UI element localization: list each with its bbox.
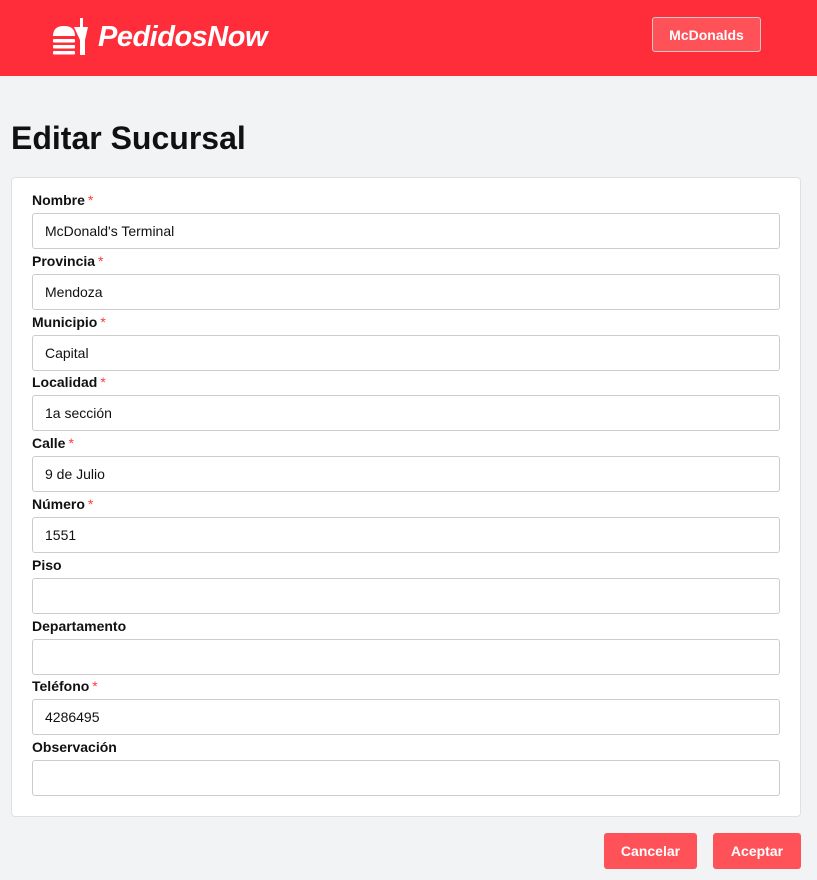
brand-name: PedidosNow bbox=[98, 20, 268, 53]
nombre-input[interactable]: McDonald's Terminal bbox=[32, 213, 780, 249]
localidad-input[interactable]: 1a sección bbox=[32, 395, 780, 432]
piso-input[interactable] bbox=[32, 577, 780, 614]
required-marker: * bbox=[98, 252, 104, 269]
field-departamento: Departamento bbox=[32, 616, 780, 677]
field-observacion: Observación bbox=[32, 737, 780, 798]
calle-input[interactable]: 9 de Julio bbox=[32, 456, 780, 493]
label-text: Número bbox=[32, 495, 85, 512]
required-marker: * bbox=[100, 313, 106, 330]
field-provincia: Provincia * Mendoza bbox=[32, 251, 780, 312]
localidad-label: Localidad * bbox=[32, 372, 780, 395]
provincia-label: Provincia * bbox=[32, 251, 780, 274]
required-marker: * bbox=[100, 374, 106, 391]
field-municipio: Municipio * Capital bbox=[32, 312, 780, 373]
label-text: Departamento bbox=[32, 617, 127, 634]
required-marker: * bbox=[87, 192, 94, 208]
field-localidad: Localidad * 1a sección bbox=[32, 372, 780, 433]
label-text: Observación bbox=[32, 739, 117, 756]
field-piso: Piso bbox=[32, 555, 780, 616]
label-text: Teléfono bbox=[32, 678, 90, 695]
field-nombre: Nombre * McDonald's Terminal bbox=[32, 190, 780, 251]
calle-label: Calle * bbox=[32, 433, 780, 456]
nombre-label: Nombre * bbox=[32, 190, 780, 213]
telefono-input[interactable]: 4286495 bbox=[32, 699, 780, 736]
accept-button[interactable]: Aceptar bbox=[713, 833, 801, 869]
piso-label: Piso bbox=[32, 555, 780, 578]
field-telefono: Teléfono * 4286495 bbox=[32, 676, 780, 737]
label-text: Localidad bbox=[32, 374, 98, 391]
departamento-label: Departamento bbox=[32, 616, 780, 639]
page-title: Editar Sucursal bbox=[11, 120, 246, 156]
label-text: Provincia bbox=[32, 252, 96, 269]
provincia-input[interactable]: Mendoza bbox=[32, 273, 780, 310]
telefono-label: Teléfono * bbox=[32, 676, 780, 699]
field-calle: Calle * 9 de Julio bbox=[32, 433, 780, 494]
burger-fork-icon bbox=[53, 18, 88, 55]
municipio-label: Municipio * bbox=[32, 312, 780, 335]
label-text: Piso bbox=[32, 556, 62, 573]
store-selector-button[interactable]: McDonalds bbox=[652, 17, 761, 52]
required-marker: * bbox=[87, 495, 94, 512]
observacion-label: Observación bbox=[32, 737, 780, 760]
brand-logo[interactable]: PedidosNow bbox=[52, 18, 268, 56]
cancel-button[interactable]: Cancelar bbox=[604, 833, 697, 869]
observacion-input[interactable] bbox=[32, 760, 780, 797]
numero-input[interactable]: 1551 bbox=[32, 516, 780, 553]
label-text: Calle bbox=[32, 435, 66, 452]
top-navbar: PedidosNow McDonalds bbox=[0, 0, 817, 76]
label-text: Nombre bbox=[32, 192, 85, 208]
numero-label: Número * bbox=[32, 494, 780, 517]
required-marker: * bbox=[92, 678, 98, 695]
municipio-input[interactable]: Capital bbox=[32, 334, 780, 371]
branch-form: Nombre * McDonald's Terminal Provincia * Me… bbox=[11, 177, 801, 817]
label-text: Municipio bbox=[32, 313, 98, 330]
field-numero: Número * 1551 bbox=[32, 494, 780, 555]
departamento-input[interactable] bbox=[32, 638, 780, 675]
required-marker: * bbox=[68, 435, 74, 452]
